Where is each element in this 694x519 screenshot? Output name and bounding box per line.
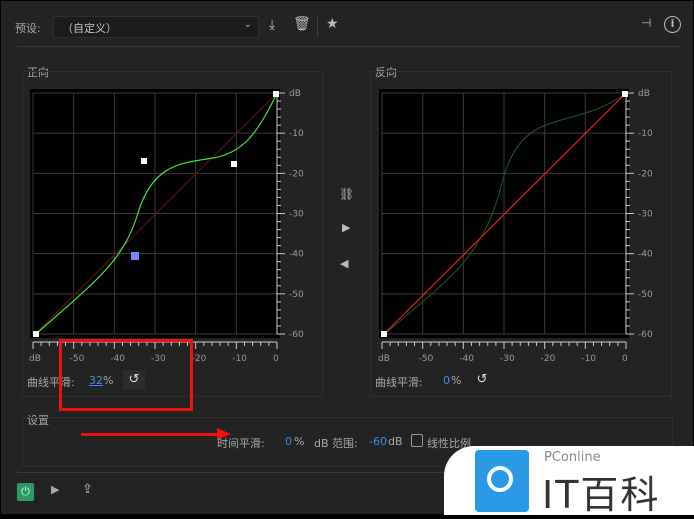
export-icon[interactable]: ⇪ [82,482,93,497]
y-tick-label: -60 [289,330,304,340]
watermark: PConline IT百科 [444,446,694,517]
link-icon[interactable]: ⛓ [339,187,354,201]
time-smooth-value[interactable]: 0 [285,435,292,448]
y-tick-label: -50 [289,290,304,300]
y-tick-label: dB [289,89,301,99]
dynamics-window: 预设: （自定义） ⌄ ⤓ 🗑 ★ ⊣ i 正向 反向 dB -10 -20 -30 -4… [1,1,693,514]
y-tick-label: -10 [289,129,304,139]
x-tick-label: 0 [273,354,279,364]
y-tick-label: -30 [638,210,653,220]
y-tick-label: dB [638,89,650,99]
db-range-unit: dB [388,435,403,448]
control-point [141,158,147,164]
x-tick-label: 0 [622,354,628,364]
y-tick-label: -30 [289,210,304,220]
watermark-brand: PConline [544,450,601,465]
y-tick-label: -20 [638,169,653,179]
y-tick-label: -40 [289,250,304,260]
time-smooth-unit: % [294,435,305,448]
x-tick-label: -30 [500,354,515,364]
x-tick-label: -20 [192,354,207,364]
reverse-smooth-value[interactable]: 0 [443,374,450,387]
linear-scale-checkbox[interactable] [411,434,423,447]
control-point [231,161,237,167]
db-range-value[interactable]: -60 [369,435,387,448]
control-point [33,331,39,337]
reverse-smooth-label: 曲线平滑: [375,376,423,389]
play-icon[interactable]: ▶ [51,483,59,496]
x-tick-label: -10 [581,354,596,364]
power-toggle-icon[interactable]: ⏻ [17,483,34,501]
forward-graph[interactable]: dB-10-20-30-40-50-60dB -50 -40 -30 -20 -10 0 [29,89,304,364]
y-tick-label: -50 [638,290,653,300]
y-tick-label: -40 [638,250,653,260]
y-tick-label: -10 [638,129,653,139]
y-tick-label: -60 [638,330,653,340]
x-tick-label: -40 [459,354,474,364]
reverse-reset-icon[interactable]: ↺ [471,370,493,390]
db-range-label: dB 范围: [314,437,358,450]
watermark-logo [475,450,529,512]
y-tick-label: -20 [289,169,304,179]
highlight-box [59,339,193,411]
control-point [131,252,139,260]
x-tick-label: -20 [541,354,556,364]
reverse-graph[interactable]: dB -10 -20 -30 -40 -50 -60 dB -50 -40 -30 -20 -10 0 [378,89,653,364]
x-tick-label: dB [29,354,41,364]
control-point [622,91,628,97]
x-tick-label: -50 [419,354,434,364]
time-smooth-label: 时间平滑: [217,437,265,450]
watermark-name: IT百科 [542,473,661,517]
control-point [381,331,387,337]
x-tick-label: -10 [232,354,247,364]
arrow-annotation [81,433,221,436]
control-point [273,91,279,97]
arrow-right-icon[interactable]: ▶ [342,221,350,234]
reverse-smooth-unit: % [451,374,462,387]
arrow-left-icon[interactable]: ◀ [340,257,348,270]
x-tick-label: dB [378,354,390,364]
